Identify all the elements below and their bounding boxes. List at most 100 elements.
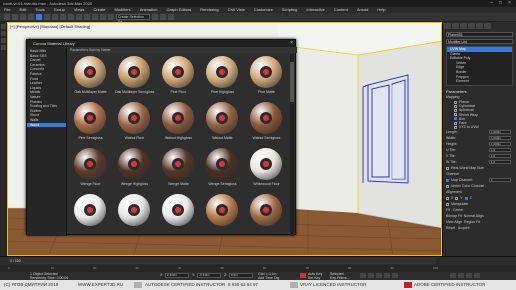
move-icon[interactable] [52, 14, 58, 20]
play-icon[interactable] [376, 273, 382, 278]
auto-key-button[interactable] [300, 273, 306, 278]
scrollbar-thumb[interactable] [290, 62, 294, 102]
material-swatch[interactable]: Whitewood Floor [239, 146, 294, 191]
ribbon-tool-icon[interactable] [1, 24, 6, 29]
align-icon[interactable] [108, 14, 114, 20]
u-tile-spinner[interactable]: 1,0 [489, 148, 511, 153]
angle-snap-icon[interactable] [84, 14, 90, 20]
view-align-button[interactable]: View Align [446, 220, 462, 224]
acquire-button[interactable]: Acquire [458, 226, 470, 230]
rotate-icon[interactable] [60, 14, 66, 20]
z-label: Z: [224, 273, 228, 277]
width-spinner[interactable]: 1,000m [489, 136, 511, 141]
select-by-name-icon[interactable] [44, 14, 50, 20]
material-editor-icon[interactable] [152, 14, 158, 20]
scale-icon[interactable] [68, 14, 74, 20]
modifier-stack-item[interactable]: Element [447, 79, 512, 84]
select-object-icon[interactable] [36, 14, 42, 20]
y-label: Y: [192, 273, 196, 277]
redo-icon[interactable] [12, 14, 18, 20]
material-preview-sphere [162, 102, 194, 134]
x-coordinate-field[interactable]: 2,432m [165, 273, 189, 278]
material-swatch[interactable]: Walnut Semigloss [239, 100, 294, 145]
ribbon-tool-icon[interactable] [1, 45, 6, 50]
w-tile-spinner[interactable]: 1,0 [489, 160, 511, 165]
fit-button[interactable]: Fit [446, 208, 450, 212]
zoom-icon[interactable] [450, 273, 456, 278]
category-tree: Basic Mtls Basic SSS Carpet Ceramics Concret… [27, 47, 67, 236]
vray-cert-text: VRAY LICENCED INSTRUCTOR [300, 282, 367, 287]
motion-tab-icon[interactable] [468, 23, 475, 29]
material-swatch[interactable] [239, 192, 294, 237]
modifier-list-dropdown[interactable]: Modifier List [446, 39, 513, 44]
frame-tick-label: 80 [348, 266, 352, 270]
next-frame-icon[interactable] [384, 273, 390, 278]
orbit-icon[interactable] [466, 273, 472, 278]
create-tab-icon[interactable] [444, 23, 451, 29]
y-coordinate-field[interactable]: -0,441m [197, 273, 221, 278]
ribbon-tool-icon[interactable] [1, 38, 6, 43]
frame-tick-label: 60 [263, 266, 267, 270]
library-filter-bar[interactable]: Parameters Sort by Name [68, 47, 297, 53]
mirror-icon[interactable] [100, 14, 106, 20]
v-tile-spinner[interactable]: 1,0 [489, 154, 511, 159]
x-label: X: [160, 273, 164, 277]
z-coordinate-field[interactable]: 0,0m [229, 273, 253, 278]
axis-z-radio[interactable]: Z [470, 196, 472, 200]
material-preview-sphere [74, 194, 106, 226]
display-tab-icon[interactable] [476, 23, 483, 29]
command-panel: Plane001 Modifier List UVW Map Gizmo Edita… [442, 22, 516, 258]
unlink-icon[interactable] [28, 14, 34, 20]
pan-icon[interactable] [458, 273, 464, 278]
material-preview-sphere [118, 194, 150, 226]
utilities-tab-icon[interactable] [484, 23, 491, 29]
modify-tab-icon[interactable] [452, 23, 459, 29]
maximize-button[interactable]: □ [497, 0, 504, 7]
region-fit-button[interactable]: Region Fit [464, 220, 480, 224]
perspective-viewport[interactable]: [+] [Perspective] [Standard] [Default Sh… [7, 22, 442, 256]
render-icon[interactable] [168, 14, 174, 20]
material-swatch[interactable]: Pine Matte [239, 54, 294, 99]
length-spinner[interactable]: 1,000m [489, 130, 511, 135]
axis-y-radio[interactable]: Y [460, 196, 462, 200]
snap-icon[interactable] [76, 14, 82, 20]
frame-tick-label: 10 [50, 266, 54, 270]
reset-button[interactable]: Reset [446, 226, 455, 230]
material-preview-sphere [74, 56, 106, 88]
height-spinner[interactable]: 1,000m [489, 142, 511, 147]
category-item[interactable]: Wood [27, 122, 66, 128]
normal-align-button[interactable]: Normal Align [464, 214, 484, 218]
hierarchy-tab-icon[interactable] [460, 23, 467, 29]
selection-set-combo[interactable]: Create Selection Se... [116, 14, 150, 24]
viewport-label[interactable]: [+] [Perspective] [Standard] [Default Sh… [10, 24, 90, 29]
go-to-start-icon[interactable] [360, 273, 366, 278]
time-slider[interactable]: 0 / 100 [8, 258, 436, 264]
close-button[interactable]: × [506, 0, 513, 7]
close-icon[interactable]: × [290, 40, 293, 47]
material-preview-sphere [250, 102, 282, 134]
link-icon[interactable] [20, 14, 26, 20]
material-preview-sphere [250, 194, 282, 226]
undo-icon[interactable] [4, 14, 10, 20]
main-toolbar: Create Selection Se... [0, 13, 516, 24]
percent-snap-icon[interactable] [92, 14, 98, 20]
ribbon-tool-icon[interactable] [1, 31, 6, 36]
render-setup-icon[interactable] [160, 14, 166, 20]
map-channel-spinner[interactable]: 1 [489, 178, 511, 183]
minimize-button[interactable]: – [488, 0, 495, 7]
object-name-field[interactable]: Plane001 [446, 32, 513, 37]
material-name: Walnut Semigloss [252, 136, 281, 140]
autodesk-cert-text: AUTODESK CERTIFIED INSTRUCTOR [145, 282, 226, 287]
material-preview-sphere [74, 148, 106, 180]
track-bar[interactable]: 0 10 20 30 40 50 60 70 80 90 100 [0, 265, 516, 272]
material-preview-sphere [162, 148, 194, 180]
phone-text: 8 930 53 64 97 [228, 282, 259, 287]
previous-frame-icon[interactable] [368, 273, 374, 278]
swatch-scrollbar[interactable] [290, 54, 294, 236]
bitmap-fit-button[interactable]: Bitmap Fit [446, 214, 462, 218]
axis-x-radio[interactable]: X [451, 196, 453, 200]
material-library-titlebar[interactable]: Corona Material Library × [27, 40, 295, 47]
go-to-end-icon[interactable] [392, 273, 398, 278]
center-button[interactable]: Center [453, 208, 464, 212]
maximize-viewport-icon[interactable] [474, 273, 480, 278]
